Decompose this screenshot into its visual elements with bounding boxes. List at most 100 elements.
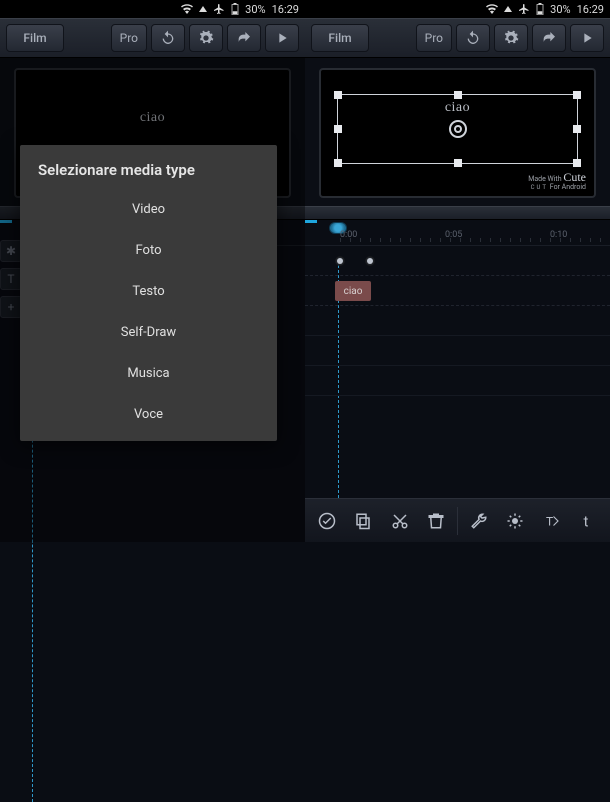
wrench-icon xyxy=(470,512,488,530)
handle-tc[interactable] xyxy=(454,91,462,99)
undo-button[interactable] xyxy=(151,24,185,52)
timeline[interactable]: 0:00 0:05 0:10 ciao xyxy=(305,220,610,498)
sidetool-gear[interactable]: ✱ xyxy=(0,240,22,262)
media-type-dialog: Selezionare media type Video Foto Testo … xyxy=(20,145,277,441)
wifi-icon xyxy=(486,4,498,14)
preview-canvas[interactable]: ciao Made With Cute CUT For Android xyxy=(319,68,596,198)
sidetool-text[interactable]: T xyxy=(0,268,22,290)
dialog-item-musica[interactable]: Musica xyxy=(38,353,259,394)
settings-button[interactable] xyxy=(494,24,528,52)
svg-text:t: t xyxy=(583,512,588,530)
signal-icon xyxy=(199,6,207,12)
airplane-icon xyxy=(518,3,530,15)
trash-icon xyxy=(427,512,445,530)
clock: 16:29 xyxy=(272,3,299,16)
watermark: Made With Cute CUT For Android xyxy=(528,171,586,192)
clock: 16:29 xyxy=(577,3,604,16)
bottom-toolbar: T t xyxy=(305,498,610,542)
selection-box[interactable] xyxy=(337,94,578,164)
track-row[interactable] xyxy=(305,336,610,366)
battery-percent: 30% xyxy=(245,3,265,16)
battery-icon xyxy=(536,3,544,15)
undo-icon xyxy=(465,30,481,46)
play-button[interactable] xyxy=(265,24,299,52)
share-icon xyxy=(236,30,252,46)
copy-button[interactable] xyxy=(348,506,378,536)
handle-center[interactable] xyxy=(449,120,467,138)
copy-icon xyxy=(354,512,372,530)
track-row[interactable] xyxy=(305,366,610,396)
ruler-label: 0:00 xyxy=(340,230,357,240)
ruler-label: 0:10 xyxy=(550,230,567,240)
battery-percent: 30% xyxy=(550,3,570,16)
dialog-item-voce[interactable]: Voce xyxy=(38,394,259,435)
tools-button[interactable] xyxy=(464,506,494,536)
preview-text: ciao xyxy=(140,110,165,126)
play-icon xyxy=(579,30,595,46)
gear-icon xyxy=(198,30,214,46)
pro-button[interactable]: Pro xyxy=(416,24,452,52)
svg-text:T: T xyxy=(546,514,553,528)
sidetool-add[interactable]: + xyxy=(0,296,22,318)
timeline-clip[interactable]: ciao xyxy=(335,281,371,301)
brightness-button[interactable] xyxy=(500,506,530,536)
track-area[interactable]: ciao xyxy=(305,246,610,498)
film-button[interactable]: Film xyxy=(6,24,64,52)
play-button[interactable] xyxy=(570,24,604,52)
gear-icon xyxy=(503,30,519,46)
share-icon xyxy=(541,30,557,46)
dialog-item-video[interactable]: Video xyxy=(38,189,259,230)
film-label: Film xyxy=(23,31,46,45)
wifi-icon xyxy=(181,4,193,14)
share-button[interactable] xyxy=(227,24,261,52)
cut-icon xyxy=(391,512,409,530)
track-slot[interactable] xyxy=(335,256,345,266)
letter-icon: t xyxy=(579,512,597,530)
share-button[interactable] xyxy=(532,24,566,52)
undo-icon xyxy=(160,30,176,46)
delete-button[interactable] xyxy=(421,506,451,536)
dialog-item-selfdraw[interactable]: Self-Draw xyxy=(38,312,259,353)
track-row[interactable] xyxy=(305,306,610,336)
handle-br[interactable] xyxy=(573,159,581,167)
right-pane: 30% 16:29 Film Pro ciao Made xyxy=(305,0,610,542)
divider-strip xyxy=(305,206,610,220)
signal-icon xyxy=(504,6,512,12)
transform-button[interactable]: T xyxy=(537,506,567,536)
top-toolbar: Film Pro xyxy=(305,18,610,58)
cut-button[interactable] xyxy=(385,506,415,536)
handle-bc[interactable] xyxy=(454,159,462,167)
dialog-item-testo[interactable]: Testo xyxy=(38,271,259,312)
handle-mr[interactable] xyxy=(573,125,581,133)
left-pane: 30% 16:29 Film Pro ciao ✱ T + Selezionar… xyxy=(0,0,305,542)
text-tool-icon: T xyxy=(543,512,561,530)
dialog-item-foto[interactable]: Foto xyxy=(38,230,259,271)
play-icon xyxy=(274,30,290,46)
timeline-ruler[interactable]: 0:00 0:05 0:10 xyxy=(305,220,610,246)
track-row[interactable]: ciao xyxy=(305,276,610,306)
track-row[interactable] xyxy=(305,246,610,276)
battery-icon xyxy=(231,3,239,15)
handle-tr[interactable] xyxy=(573,91,581,99)
handle-ml[interactable] xyxy=(334,125,342,133)
text-style-button[interactable]: t xyxy=(573,506,603,536)
pro-button[interactable]: Pro xyxy=(111,24,147,52)
handle-tl[interactable] xyxy=(334,91,342,99)
handle-bl[interactable] xyxy=(334,159,342,167)
check-icon xyxy=(318,512,336,530)
airplane-icon xyxy=(213,3,225,15)
film-label: Film xyxy=(328,31,351,45)
settings-button[interactable] xyxy=(189,24,223,52)
confirm-button[interactable] xyxy=(312,506,342,536)
clip-label: ciao xyxy=(344,286,363,297)
track-slot[interactable] xyxy=(365,256,375,266)
dialog-title: Selezionare media type xyxy=(38,161,259,179)
brightness-icon xyxy=(506,512,524,530)
status-bar: 30% 16:29 xyxy=(305,0,610,18)
pro-label: Pro xyxy=(120,31,138,45)
film-button[interactable]: Film xyxy=(311,24,369,52)
pro-label: Pro xyxy=(425,31,443,45)
status-bar: 30% 16:29 xyxy=(0,0,305,18)
undo-button[interactable] xyxy=(456,24,490,52)
top-toolbar: Film Pro xyxy=(0,18,305,58)
